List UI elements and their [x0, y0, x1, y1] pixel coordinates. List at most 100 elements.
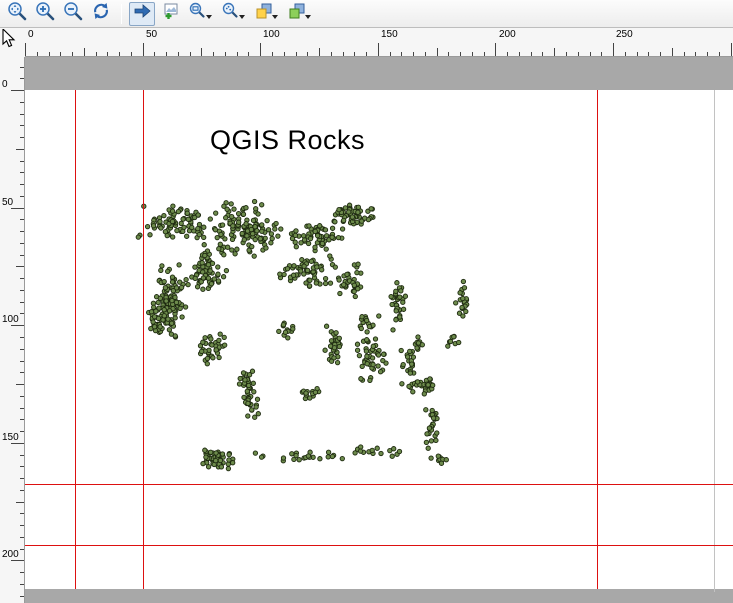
- ruler-tick: [495, 43, 496, 56]
- ruler-tick: [331, 52, 332, 56]
- ruler-tick: [20, 313, 24, 314]
- ruler-tick: [20, 302, 24, 303]
- ruler-label: 100: [263, 29, 280, 40]
- ruler-tick: [11, 560, 24, 561]
- ruler-tick: [578, 52, 579, 56]
- ruler-tick: [707, 52, 708, 56]
- ruler-tick: [49, 52, 50, 56]
- ruler-tick: [20, 78, 24, 79]
- ruler-tick: [531, 52, 532, 56]
- ruler-tick: [731, 43, 732, 56]
- ruler-tick: [248, 52, 249, 56]
- magnifier-arrows-icon: [7, 1, 27, 26]
- arrow-right-icon: [132, 1, 152, 26]
- ruler-tick: [20, 396, 24, 397]
- ruler-tick: [366, 52, 367, 56]
- ruler-tick: [20, 290, 24, 291]
- zoom-out-button[interactable]: [60, 2, 86, 26]
- map-item-points[interactable]: [25, 57, 733, 603]
- ruler-tick: [16, 149, 24, 150]
- ruler-label: 0: [2, 79, 8, 90]
- zoom-to-item-button[interactable]: [185, 2, 216, 26]
- ruler-tick: [20, 161, 24, 162]
- ruler-tick: [11, 325, 24, 326]
- ruler-tick: [378, 43, 379, 56]
- ruler-tick: [131, 52, 132, 56]
- composition-workspace[interactable]: QGIS Rocks: [25, 57, 733, 603]
- ruler-label: 150: [2, 432, 19, 443]
- ruler-tick: [260, 43, 261, 56]
- horizontal-ruler[interactable]: 050100150200250: [25, 28, 733, 57]
- zoom-full-button[interactable]: [4, 2, 30, 26]
- ruler-label: 200: [499, 29, 516, 40]
- ruler-tick: [37, 52, 38, 56]
- ruler-tick: [390, 52, 391, 56]
- ruler-tick: [660, 52, 661, 56]
- toolbar-separator: [121, 4, 122, 24]
- vertical-guide-line[interactable]: [75, 90, 76, 589]
- composer-label-item[interactable]: QGIS Rocks: [210, 125, 365, 156]
- magnifier-plus-icon: [35, 1, 55, 26]
- yellow-blue-squares-icon: [254, 1, 280, 26]
- ruler-tick: [20, 102, 24, 103]
- raise-items-button[interactable]: [251, 2, 282, 26]
- ruler-tick: [20, 572, 24, 573]
- magnifier-minus-icon: [63, 1, 83, 26]
- ruler-tick: [625, 52, 626, 56]
- select-move-item-button[interactable]: [129, 2, 155, 26]
- ruler-tick: [213, 52, 214, 56]
- ruler-tick: [296, 52, 297, 56]
- mouse-cursor-icon: [2, 29, 17, 54]
- ruler-tick: [343, 52, 344, 56]
- ruler-label: 0: [28, 29, 34, 40]
- ruler-tick: [507, 52, 508, 56]
- ruler-tick: [20, 537, 24, 538]
- vertical-guide-line[interactable]: [143, 90, 144, 589]
- ruler-tick: [119, 52, 120, 56]
- ruler-label: 200: [2, 549, 19, 560]
- ruler-tick: [60, 52, 61, 56]
- ruler-tick: [20, 114, 24, 115]
- zoom-options-button[interactable]: [218, 2, 249, 26]
- ruler-tick: [284, 52, 285, 56]
- ruler-tick: [354, 52, 355, 56]
- ruler-tick: [601, 52, 602, 56]
- ruler-tick: [20, 490, 24, 491]
- ruler-tick: [425, 52, 426, 56]
- ruler-tick: [20, 172, 24, 173]
- magnifier-dots-dropdown-icon: [221, 1, 247, 26]
- ruler-tick: [20, 137, 24, 138]
- ruler-tick: [20, 243, 24, 244]
- green-blue-squares-icon: [287, 1, 313, 26]
- align-items-button[interactable]: [284, 2, 315, 26]
- ruler-tick: [20, 361, 24, 362]
- ruler-tick: [20, 525, 24, 526]
- ruler-tick: [72, 52, 73, 56]
- ruler-tick: [20, 278, 24, 279]
- ruler-tick: [20, 372, 24, 373]
- refresh-view-button[interactable]: [88, 2, 114, 26]
- map-plus-icon: [160, 1, 180, 26]
- vertical-guide-line[interactable]: [597, 90, 598, 589]
- ruler-tick: [20, 337, 24, 338]
- ruler-tick: [20, 478, 24, 479]
- vertical-ruler[interactable]: 050100150200: [0, 57, 25, 603]
- ruler-tick: [695, 52, 696, 56]
- zoom-in-button[interactable]: [32, 2, 58, 26]
- ruler-tick: [11, 90, 24, 91]
- ruler-tick: [448, 52, 449, 56]
- move-item-content-button[interactable]: [157, 2, 183, 26]
- ruler-label: 150: [381, 29, 398, 40]
- ruler-tick: [20, 584, 24, 585]
- ruler-tick: [719, 52, 720, 56]
- ruler-tick: [96, 52, 97, 56]
- magnifier-dropdown-icon: [188, 1, 214, 26]
- horizontal-guide-line[interactable]: [25, 545, 733, 546]
- horizontal-guide-line[interactable]: [25, 484, 733, 485]
- ruler-tick: [637, 52, 638, 56]
- ruler-tick: [20, 349, 24, 350]
- ruler-tick: [20, 419, 24, 420]
- ruler-tick: [154, 52, 155, 56]
- ruler-label: 50: [2, 197, 13, 208]
- ruler-tick: [648, 52, 649, 56]
